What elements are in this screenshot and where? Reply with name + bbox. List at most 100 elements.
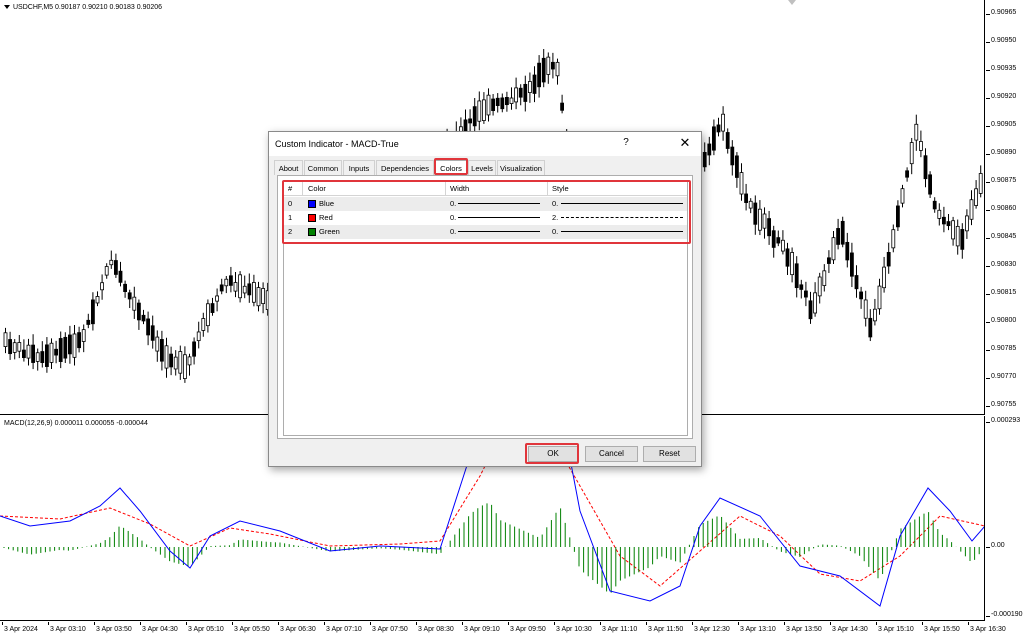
scroll-marker-icon[interactable] — [788, 0, 796, 5]
candle-body — [109, 259, 114, 266]
help-button[interactable]: ? — [619, 137, 633, 148]
price-axis-tick — [986, 98, 990, 99]
candle-body — [551, 61, 555, 70]
chart-symbol-header[interactable]: USDCHF,M5 0.90187 0.90210 0.90183 0.9020… — [4, 4, 162, 11]
candle-body — [928, 174, 932, 195]
candle-body — [196, 331, 201, 342]
candle-body — [735, 155, 739, 178]
price-axis-tick — [986, 154, 990, 155]
candle-body — [233, 282, 238, 292]
tab-inputs[interactable]: Inputs — [343, 160, 375, 175]
candle-body — [68, 334, 72, 355]
cancel-button[interactable]: Cancel — [585, 446, 638, 462]
price-axis-label: 0.90935 — [991, 65, 1017, 72]
candle-body — [794, 263, 799, 289]
candle-body — [863, 299, 868, 319]
candle-body — [238, 274, 243, 299]
candle-body — [767, 218, 771, 237]
candle-body — [799, 284, 804, 290]
time-axis-label: 3 Apr 14:30 — [832, 626, 868, 633]
tab-common[interactable]: Common — [304, 160, 342, 175]
candle-body — [95, 296, 100, 304]
time-axis-tick — [324, 622, 325, 625]
time-axis-tick — [278, 622, 279, 625]
candle-body — [744, 193, 748, 203]
price-axis-tick — [986, 14, 990, 15]
time-axis-label: 3 Apr 05:50 — [234, 626, 270, 633]
time-axis[interactable]: 3 Apr 2024 3 Apr 03:10 3 Apr 03:50 3 Apr 04… — [0, 622, 1024, 639]
candle-body — [81, 329, 86, 342]
candle-body — [518, 87, 523, 98]
candle-body — [969, 199, 974, 220]
time-axis-tick — [416, 622, 417, 625]
price-axis-tick — [986, 378, 990, 379]
macd-axis-label: -0.000190 — [991, 611, 1023, 618]
close-button[interactable]: ✕ — [677, 135, 693, 151]
price-axis[interactable]: 0.90965 0.90950 0.90935 0.90920 0.90905 0.908… — [986, 0, 1024, 622]
candle-body — [725, 132, 730, 149]
candle-body — [771, 230, 776, 248]
tab-visualization[interactable]: Visualization — [497, 160, 545, 175]
time-axis-tick — [738, 622, 739, 625]
candle-body — [965, 215, 969, 232]
candle-body — [463, 119, 468, 133]
candle-body — [40, 351, 45, 363]
tab-levels[interactable]: Levels — [468, 160, 496, 175]
candle-body — [500, 97, 505, 110]
time-axis-tick — [600, 622, 601, 625]
candle-body — [528, 81, 532, 94]
candle-body — [785, 248, 790, 267]
candle-body — [942, 216, 946, 225]
candle-body — [472, 106, 477, 127]
time-axis-label: 3 Apr 09:10 — [464, 626, 500, 633]
candle-body — [192, 341, 197, 357]
dropdown-triangle-icon[interactable] — [4, 5, 10, 10]
tab-dependencies[interactable]: Dependencies — [376, 160, 434, 175]
candle-body — [91, 299, 95, 325]
candle-body — [21, 349, 26, 358]
macd-axis-label: 0.00 — [991, 542, 1005, 549]
candle-body — [546, 56, 551, 75]
candle-body — [155, 336, 160, 352]
candle-body — [132, 296, 137, 311]
price-axis-tick — [986, 210, 990, 211]
candle-body — [477, 100, 482, 122]
candle-body — [891, 229, 896, 249]
price-axis-label: 0.90770 — [991, 373, 1017, 380]
candle-body — [215, 295, 220, 302]
trading-terminal: USDCHF,M5 0.90187 0.90210 0.90183 0.9020… — [0, 0, 1024, 639]
candle-body — [748, 200, 753, 209]
candle-body — [127, 292, 132, 300]
candle-body — [937, 209, 942, 219]
candle-body — [491, 98, 496, 111]
time-axis-label: 3 Apr 03:50 — [96, 626, 132, 633]
candle-body — [532, 74, 537, 94]
candle-body — [877, 285, 882, 310]
candle-body — [909, 142, 914, 165]
time-axis-tick — [692, 622, 693, 625]
candle-body — [560, 102, 564, 111]
price-axis-tick — [986, 126, 990, 127]
time-axis-tick — [2, 622, 3, 625]
time-axis-tick — [554, 622, 555, 625]
candle-body — [804, 290, 808, 298]
dialog-title-bar[interactable]: Custom Indicator - MACD-True ? ✕ — [269, 132, 701, 156]
candle-body — [850, 252, 854, 277]
reset-button[interactable]: Reset — [643, 446, 696, 462]
candle-body — [854, 275, 859, 290]
time-axis-label: 3 Apr 09:50 — [510, 626, 546, 633]
candle-body — [831, 237, 836, 261]
candle-body — [840, 220, 845, 245]
candle-body — [261, 288, 266, 305]
price-axis-label: 0.90830 — [991, 261, 1017, 268]
candle-body — [845, 241, 850, 261]
price-axis-tick — [986, 238, 990, 239]
colors-tab-highlight — [434, 158, 468, 175]
tab-about[interactable]: About — [274, 160, 303, 175]
candle-body — [123, 283, 127, 292]
macd-indicator-header: MACD(12,26,9) 0.000011 0.000055 -0.00004… — [4, 420, 148, 427]
candle-body — [702, 151, 707, 168]
time-axis-tick — [968, 622, 969, 625]
candle-body — [974, 188, 978, 206]
price-axis-tick — [986, 42, 990, 43]
